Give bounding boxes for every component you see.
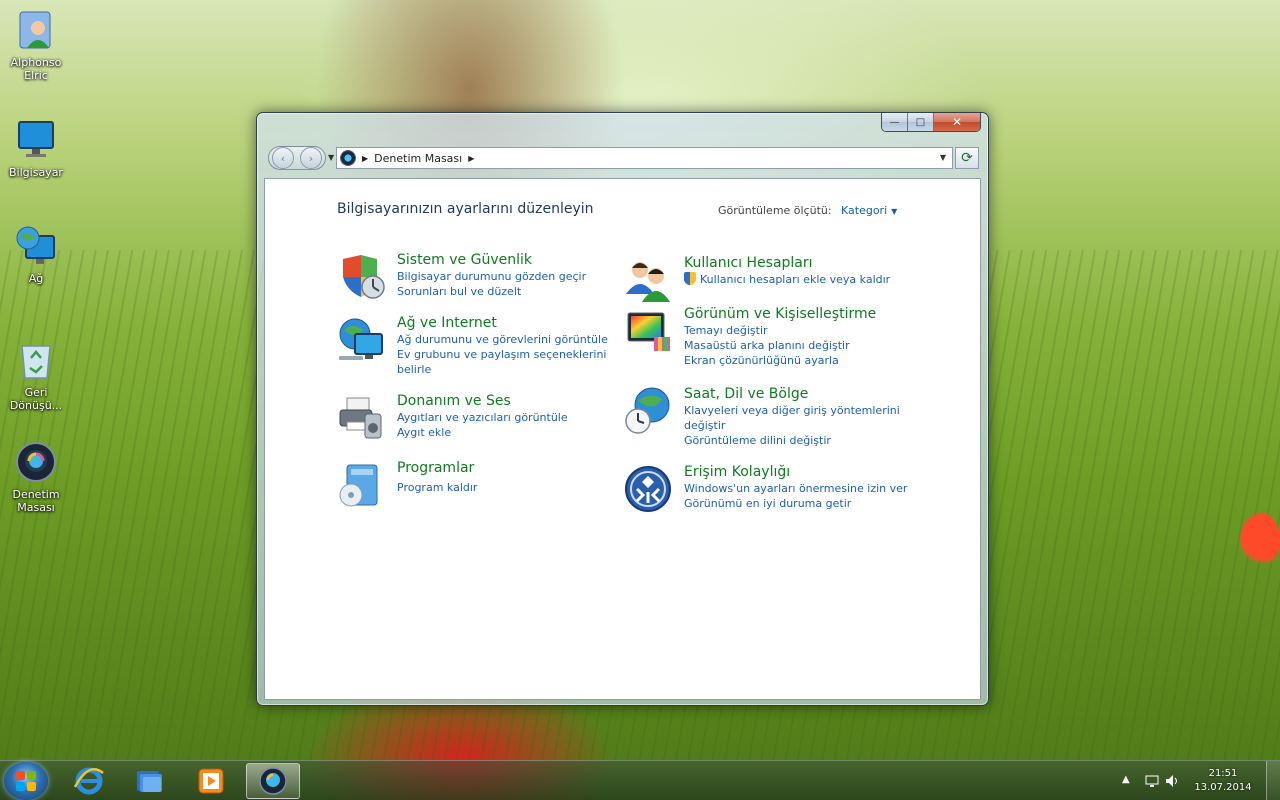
desktop-icon-user-folder[interactable]: Alphonso Elric [4, 8, 68, 82]
task-link[interactable]: Kullanıcı hesapları ekle veya kaldır [684, 272, 944, 287]
refresh-button[interactable]: ⟳ [955, 147, 979, 169]
programs-disc-icon [337, 461, 385, 509]
navigation-bar: ‹ › ▼ ▶ Denetim Masası ▶ ▼ ⟳ [266, 145, 981, 173]
category-title-link[interactable]: Programlar [397, 459, 657, 477]
clock-time: 21:51 [1208, 768, 1238, 779]
start-button[interactable] [4, 762, 48, 800]
network-tray-icon[interactable] [1144, 773, 1160, 792]
task-link[interactable]: Program kaldır [397, 480, 657, 495]
windows-logo-icon [16, 771, 36, 791]
internet-explorer-icon [73, 767, 104, 795]
desktop-icon-recycle-bin[interactable]: Geri Dönüşü... [4, 338, 68, 412]
taskbar: ▲ 21:51 13.07.2014 [0, 760, 1280, 800]
task-link[interactable]: Aygıt ekle [397, 425, 657, 440]
show-hidden-icons-button[interactable]: ▲ [1122, 774, 1130, 785]
task-link[interactable]: belirle [397, 362, 657, 377]
taskbar-internet-explorer[interactable] [62, 763, 116, 799]
clock-globe-icon [624, 387, 672, 435]
breadcrumb-chevron-icon[interactable]: ▶ [362, 154, 368, 163]
control-panel-window: — □ ✕ ‹ › ▼ ▶ Denetim Masası ▶ ▼ ⟳ Bilgi… [256, 112, 989, 706]
task-link[interactable]: Ev grubunu ve paylaşım seçeneklerini [397, 347, 657, 362]
taskbar-libraries[interactable] [122, 763, 176, 799]
address-history-dropdown-icon[interactable]: ▼ [940, 153, 946, 162]
computer-icon [14, 118, 58, 162]
recent-pages-dropdown-icon[interactable]: ▼ [328, 153, 334, 162]
maximize-button[interactable]: □ [908, 113, 934, 131]
forward-button[interactable]: › [300, 147, 322, 169]
user-folder-icon [14, 8, 58, 52]
task-link[interactable]: Aygıtları ve yazıcıları görüntüle [397, 410, 657, 425]
wallpaper-poppy [1240, 512, 1280, 568]
breadcrumb-control-panel[interactable]: Denetim Masası [374, 152, 462, 165]
category-title-link[interactable]: Erişim Kolaylığı [684, 463, 944, 481]
task-link[interactable]: Ekran çözünürlüğünü ayarla [684, 353, 944, 368]
minimize-button[interactable]: — [882, 113, 908, 131]
control-panel-icon [14, 440, 58, 484]
recycle-bin-icon [14, 338, 58, 382]
back-button[interactable]: ‹ [272, 147, 294, 169]
control-panel-mini-icon [340, 150, 356, 166]
show-desktop-button[interactable] [1266, 761, 1280, 800]
task-link[interactable]: Görüntüleme dilini değiştir [684, 433, 944, 448]
media-player-icon [198, 768, 224, 794]
desktop-icon-network[interactable]: Ağ [4, 224, 68, 285]
category-title-link[interactable]: Sistem ve Güvenlik [397, 251, 657, 269]
close-button[interactable]: ✕ [934, 113, 980, 131]
ease-of-access-icon [624, 465, 672, 513]
task-link[interactable]: Klavyeleri veya diğer giriş yöntemlerini [684, 403, 944, 418]
category-title-link[interactable]: Kullanıcı Hesapları [684, 254, 944, 272]
control-panel-content: Bilgisayarınızın ayarlarını düzenleyin G… [264, 178, 981, 700]
volume-icon[interactable] [1164, 773, 1180, 792]
appearance-icon [624, 307, 672, 355]
task-link[interactable]: Temayı değiştir [684, 323, 944, 338]
category-title-link[interactable]: Ağ ve Internet [397, 314, 657, 332]
network-globe-icon [337, 316, 385, 364]
task-link[interactable]: Görünümü en iyi duruma getir [684, 496, 944, 511]
desktop-icon-computer[interactable]: Bilgisayar [4, 118, 68, 179]
task-link[interactable]: Ağ durumunu ve görevlerini görüntüle [397, 332, 657, 347]
page-title: Bilgisayarınızın ayarlarını düzenleyin [337, 201, 594, 217]
libraries-folder-icon [137, 771, 162, 792]
breadcrumb-chevron-icon[interactable]: ▶ [468, 154, 474, 163]
task-link[interactable]: Bilgisayar durumunu gözden geçir [397, 269, 657, 284]
printer-speaker-icon [337, 394, 385, 442]
task-link[interactable]: Sorunları bul ve düzelt [397, 284, 657, 299]
refresh-icon: ⟳ [961, 150, 973, 166]
task-link[interactable]: Masaüstü arka planını değiştir [684, 338, 944, 353]
uac-shield-icon [684, 272, 696, 285]
shield-icon [337, 253, 385, 301]
task-link[interactable]: Windows'un ayarları önermesine izin ver [684, 481, 944, 496]
address-bar[interactable]: ▶ Denetim Masası ▶ ▼ [336, 147, 953, 169]
control-panel-icon [259, 767, 287, 795]
view-by-label: Görüntüleme ölçütü: [718, 204, 832, 217]
caption-buttons: — □ ✕ [881, 113, 981, 132]
category-title-link[interactable]: Donanım ve Ses [397, 392, 657, 410]
taskbar-media-player[interactable] [184, 763, 238, 799]
clock-date: 13.07.2014 [1194, 782, 1252, 793]
desktop-icon-control-panel[interactable]: Denetim Masası [4, 440, 68, 514]
network-icon [14, 224, 58, 268]
view-by-dropdown[interactable]: Kategori ▼ [841, 204, 897, 217]
category-title-link[interactable]: Saat, Dil ve Bölge [684, 385, 944, 403]
task-link[interactable]: değiştir [684, 418, 944, 433]
system-tray: ▲ 21:51 13.07.2014 [1120, 761, 1280, 800]
category-title-link[interactable]: Görünüm ve Kişiselleştirme [684, 305, 944, 323]
clock[interactable]: 21:51 13.07.2014 [1193, 767, 1253, 795]
chevron-down-icon: ▼ [891, 207, 898, 216]
taskbar-control-panel[interactable] [246, 763, 300, 799]
users-icon [624, 256, 672, 304]
back-forward-group: ‹ › [268, 146, 326, 170]
